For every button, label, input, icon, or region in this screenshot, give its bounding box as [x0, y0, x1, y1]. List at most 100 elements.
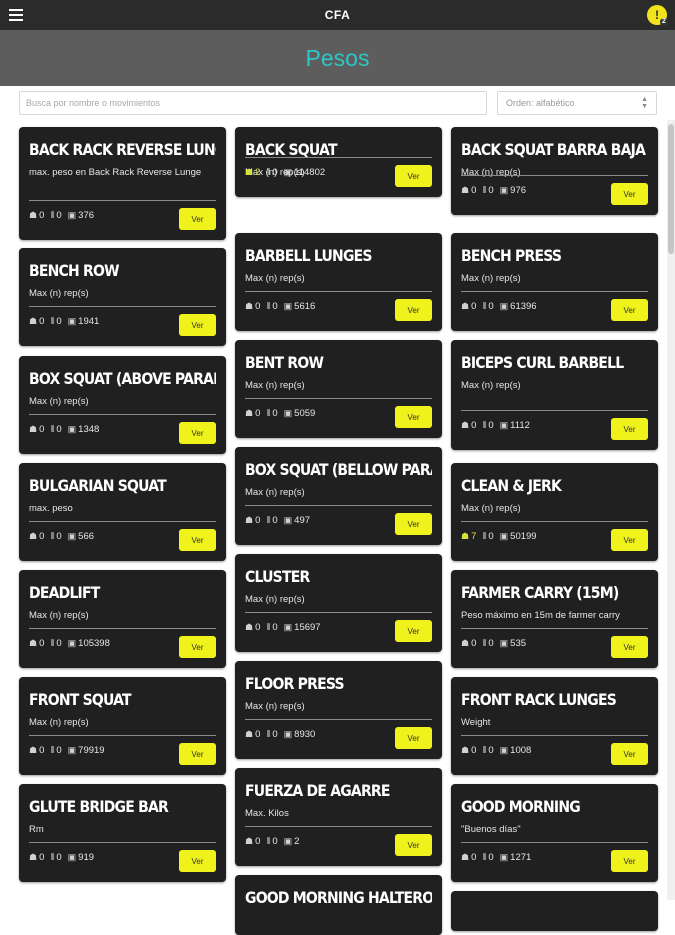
stat-total-value: 15697: [294, 622, 321, 633]
barbell-icon: ⦀: [482, 531, 487, 541]
exercise-card[interactable]: BACK SQUAT BARRA BAJA Max (n) rep(s) ☗ 0 ⦀ 0 ▣…: [451, 127, 658, 215]
card-divider: [245, 826, 432, 827]
hamburger-menu-icon[interactable]: [6, 5, 26, 25]
exercise-description: Max (n) rep(s): [245, 487, 305, 498]
ver-button[interactable]: Ver: [179, 529, 216, 551]
exercise-card[interactable]: FUERZA DE AGARRE Max. Kilos ☗ 0 ⦀ 0 ▣ 2 Ver: [235, 768, 442, 866]
exercise-card[interactable]: BULGARIAN SQUAT max. peso ☗ 0 ⦀ 0 ▣ 566 Ver: [19, 463, 226, 561]
exercise-card[interactable]: GLUTE BRIDGE BAR Rm ☗ 0 ⦀ 0 ▣ 919 Ver: [19, 784, 226, 882]
exercise-card[interactable]: DEADLIFT Max (n) rep(s) ☗ 0 ⦀ 0 ▣ 105398 Ver: [19, 570, 226, 668]
exercise-card[interactable]: BICEPS CURL BARBELL Max (n) rep(s) ☗ 0 ⦀ 0 ▣ 11…: [451, 340, 658, 450]
exercise-card[interactable]: FLOOR PRESS Max (n) rep(s) ☗ 0 ⦀ 0 ▣ 8930 Ver: [235, 661, 442, 759]
exercise-card[interactable]: [451, 891, 658, 931]
search-input[interactable]: [19, 91, 487, 115]
ver-button[interactable]: Ver: [395, 165, 432, 187]
ver-button[interactable]: Ver: [179, 314, 216, 336]
exercise-card[interactable]: BACK SQUAT Max (n) rep(s) ☗ 2 ⦀ 0 ▣ 114802 Ver: [235, 127, 442, 197]
exercise-card[interactable]: BOX SQUAT (BELLOW PARALLEL) Max (n) rep(s…: [235, 447, 442, 545]
stat-athletes-value: 0: [471, 745, 477, 756]
stat-records: ⦀ 0: [50, 745, 61, 756]
stat-athletes-value: 0: [471, 185, 477, 196]
stat-records-value: 0: [56, 852, 62, 863]
card-divider: [461, 521, 648, 522]
stat-records-value: 0: [56, 316, 62, 327]
athlete-icon: ☗: [245, 515, 254, 525]
ver-button[interactable]: Ver: [395, 299, 432, 321]
athlete-icon: ☗: [245, 729, 254, 739]
stat-total: ▣ 15697: [284, 622, 321, 633]
stat-records: ⦀ 0: [266, 301, 277, 312]
card-divider: [245, 719, 432, 720]
exercise-card[interactable]: BARBELL LUNGES Max (n) rep(s) ☗ 0 ⦀ 0 ▣ 5616 Ver: [235, 233, 442, 331]
exercise-card[interactable]: CLEAN & JERK Max (n) rep(s) ☗ 7 ⦀ 0 ▣ 50199 Ver: [451, 463, 658, 561]
exercise-card[interactable]: BENT ROW Max (n) rep(s) ☗ 0 ⦀ 0 ▣ 5059 Ver: [235, 340, 442, 438]
barbell-icon: ⦀: [50, 852, 55, 862]
stat-records-value: 0: [488, 745, 494, 756]
exercise-description: Max (n) rep(s): [245, 594, 305, 605]
ver-button[interactable]: Ver: [179, 850, 216, 872]
stat-records-value: 0: [272, 167, 278, 178]
stat-athletes: ☗ 7: [461, 531, 476, 542]
lightbulb-icon[interactable]: ! 2: [647, 5, 668, 26]
exercise-card[interactable]: BENCH PRESS Max (n) rep(s) ☗ 0 ⦀ 0 ▣ 61396 Ver: [451, 233, 658, 331]
ver-button[interactable]: Ver: [395, 834, 432, 856]
athlete-icon: ☗: [461, 638, 470, 648]
stat-total-value: 8930: [294, 729, 316, 740]
athlete-icon: ☗: [245, 167, 254, 177]
ver-button[interactable]: Ver: [611, 299, 648, 321]
ver-button[interactable]: Ver: [611, 529, 648, 551]
chart-icon: ▣: [283, 408, 293, 418]
exercise-card[interactable]: FARMER CARRY (15M) Peso máximo en 15m de …: [451, 570, 658, 668]
barbell-icon: ⦀: [50, 316, 55, 326]
stat-athletes-value: 0: [471, 420, 477, 431]
ver-button[interactable]: Ver: [611, 743, 648, 765]
ver-button[interactable]: Ver: [179, 208, 216, 230]
ver-button[interactable]: Ver: [395, 620, 432, 642]
ver-button[interactable]: Ver: [179, 636, 216, 658]
card-stats: ☗ 0 ⦀ 0 ▣ 105398: [29, 638, 110, 649]
stat-athletes-value: 2: [255, 167, 261, 178]
ver-button[interactable]: Ver: [395, 727, 432, 749]
exercise-card[interactable]: BOX SQUAT (ABOVE PARALLEL) Max (n) rep(s)…: [19, 356, 226, 454]
card-divider: [245, 157, 432, 158]
exercise-card[interactable]: FRONT SQUAT Max (n) rep(s) ☗ 0 ⦀ 0 ▣ 79919 Ver: [19, 677, 226, 775]
stat-records-value: 0: [488, 420, 494, 431]
exercise-description: Rm: [29, 824, 44, 835]
order-select[interactable]: Orden: alfabético ▲ ▼: [497, 91, 657, 115]
stat-total-value: 566: [78, 531, 95, 542]
top-bar: CFA ! 2: [0, 0, 675, 30]
exercise-card[interactable]: BENCH ROW Max (n) rep(s) ☗ 0 ⦀ 0 ▣ 1941 Ver: [19, 248, 226, 346]
athlete-icon: ☗: [245, 408, 254, 418]
card-divider: [245, 505, 432, 506]
chart-icon: ▣: [67, 316, 77, 326]
ver-button[interactable]: Ver: [179, 422, 216, 444]
stat-athletes: ☗ 0: [461, 745, 476, 756]
ver-button[interactable]: Ver: [395, 406, 432, 428]
barbell-icon: ⦀: [266, 167, 271, 177]
scrollbar[interactable]: [667, 120, 675, 900]
exercise-card[interactable]: CLUSTER Max (n) rep(s) ☗ 0 ⦀ 0 ▣ 15697 Ver: [235, 554, 442, 652]
ver-button[interactable]: Ver: [611, 418, 648, 440]
exercise-card[interactable]: BACK RACK REVERSE LUNGE max. peso en Back…: [19, 127, 226, 240]
barbell-icon: ⦀: [50, 638, 55, 648]
exercise-description: Max (n) rep(s): [29, 288, 89, 299]
barbell-icon: ⦀: [50, 531, 55, 541]
ver-button[interactable]: Ver: [179, 743, 216, 765]
exercise-card[interactable]: FRONT RACK LUNGES Weight ☗ 0 ⦀ 0 ▣ 1008 Ver: [451, 677, 658, 775]
ver-button[interactable]: Ver: [395, 513, 432, 535]
chart-icon: ▣: [67, 210, 77, 220]
barbell-icon: ⦀: [482, 185, 487, 195]
ver-button[interactable]: Ver: [611, 636, 648, 658]
scrollbar-thumb[interactable]: [668, 124, 674, 254]
stat-records-value: 0: [488, 852, 494, 863]
stat-total: ▣ 1271: [500, 852, 532, 863]
stat-athletes-value: 0: [255, 729, 261, 740]
chart-icon: ▣: [67, 424, 77, 434]
stat-total: ▣ 497: [284, 515, 310, 526]
exercise-card[interactable]: GOOD MORNING HALTEROFILIA: [235, 875, 442, 935]
exercise-card[interactable]: GOOD MORNING "Buenos días" ☗ 0 ⦀ 0 ▣ 1271 Ver: [451, 784, 658, 882]
chart-icon: ▣: [67, 852, 77, 862]
ver-button[interactable]: Ver: [611, 850, 648, 872]
ver-button[interactable]: Ver: [611, 183, 648, 205]
stat-total-value: 5059: [294, 408, 316, 419]
